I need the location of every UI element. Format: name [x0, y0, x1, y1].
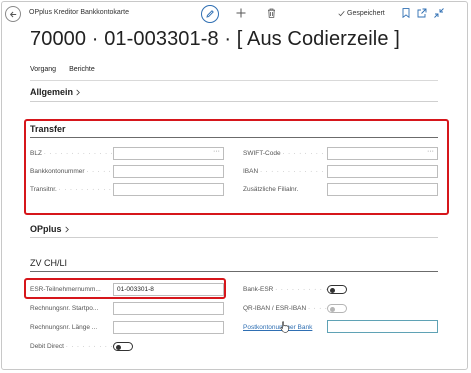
esr-teilnehmernummer-input[interactable]: 01-003301-8: [113, 283, 224, 296]
zusaetzliche-filialnr-input[interactable]: [327, 183, 438, 196]
blz-input[interactable]: ···: [113, 147, 224, 160]
iban-input[interactable]: [327, 165, 438, 178]
rechnungsnr-startpo-label: Rechnungsnr. Startpo...: [30, 305, 99, 312]
collapse-icon[interactable]: [434, 8, 444, 18]
swift-code-input[interactable]: ···: [327, 147, 438, 160]
plus-icon[interactable]: [236, 8, 246, 18]
transitnr-input[interactable]: [113, 183, 224, 196]
fasttab-opplus-label: OPplus: [30, 224, 62, 234]
checkmark-icon: [338, 10, 345, 17]
zv-divider: [30, 271, 438, 272]
zusaetzliche-filialnr-label: Zusätzliche Filialnr.: [243, 186, 299, 193]
action-bar: Vorgang Berichte: [30, 66, 95, 73]
fasttab-transfer-label: Transfer: [30, 124, 66, 134]
action-berichte[interactable]: Berichte: [69, 66, 95, 73]
edit-button[interactable]: [201, 5, 219, 23]
saved-status: Gespeichert: [338, 10, 385, 17]
rechnungsnr-startpo-input[interactable]: [113, 302, 224, 315]
record-title: 70000 · 01-003301-8 · [ Aus Codierzeile …: [30, 28, 400, 50]
bookmark-icon[interactable]: [402, 8, 410, 18]
back-button[interactable]: [5, 6, 21, 22]
chevron-right-icon: [76, 89, 80, 95]
qr-iban-esr-iban-toggle[interactable]: [327, 304, 347, 313]
blz-assist-button[interactable]: ···: [213, 148, 220, 155]
trash-icon[interactable]: [267, 8, 276, 18]
bank-esr-toggle[interactable]: [327, 285, 347, 294]
rechnungsnr-laenge-label: Rechnungsnr. Länge ...: [30, 324, 98, 331]
fasttab-zv-ch-li[interactable]: ZV CH/LI: [30, 258, 67, 268]
fasttab-allgemein-label: Allgemein: [30, 87, 74, 97]
swift-code-assist-button[interactable]: ···: [427, 148, 434, 155]
saved-status-label: Gespeichert: [347, 10, 385, 17]
pointer-cursor-icon: [280, 321, 289, 333]
opplus-divider: [30, 237, 438, 238]
qr-iban-esr-iban-label: QR-IBAN / ESR-IBAN · · · ·: [243, 305, 328, 312]
bank-esr-label: Bank-ESR · · · · · · · · · · ·: [243, 286, 334, 293]
back-arrow-icon: [9, 11, 16, 17]
swift-code-label: SWIFT-Code · · · · · · · ·: [243, 150, 325, 157]
chevron-right-icon: [64, 226, 69, 232]
fasttab-allgemein[interactable]: Allgemein: [30, 87, 81, 97]
bankkontonummer-input[interactable]: [113, 165, 224, 178]
bankkontonummer-label: Bankkontonummer · · · · · ·: [30, 168, 118, 175]
blz-label: BLZ · · · · · · · · · · · · ·: [30, 150, 114, 157]
iban-label: IBAN · · · · · · · · · · · · · ·: [243, 168, 336, 175]
rechnungsnr-laenge-input[interactable]: [113, 321, 224, 334]
transitnr-label: Transitnr. · · · · · · · · · · ·: [30, 186, 118, 193]
fasttab-opplus[interactable]: OPplus: [30, 224, 70, 234]
fasttab-transfer[interactable]: Transfer: [30, 124, 66, 134]
debit-direct-toggle[interactable]: [113, 342, 133, 351]
edit-pencil-icon: [206, 10, 214, 18]
postkontonummer-bank-link[interactable]: Postkontonummer Bank: [243, 324, 312, 331]
popout-icon[interactable]: [417, 8, 427, 18]
allgemein-divider: [30, 101, 438, 102]
action-vorgang[interactable]: Vorgang: [30, 66, 56, 73]
postkontonummer-bank-input[interactable]: [327, 320, 438, 333]
debit-direct-label: Debit Direct · · · · · · · · · · ·: [30, 343, 125, 350]
fasttab-zv-ch-li-label: ZV CH/LI: [30, 258, 68, 268]
action-bar-divider: [30, 80, 438, 81]
page-caption: OPplus Kreditor Bankkontokarte: [29, 9, 129, 16]
transfer-divider: [30, 137, 438, 138]
esr-teilnehmernummer-label: ESR-Teilnehmernumm...: [30, 286, 101, 293]
